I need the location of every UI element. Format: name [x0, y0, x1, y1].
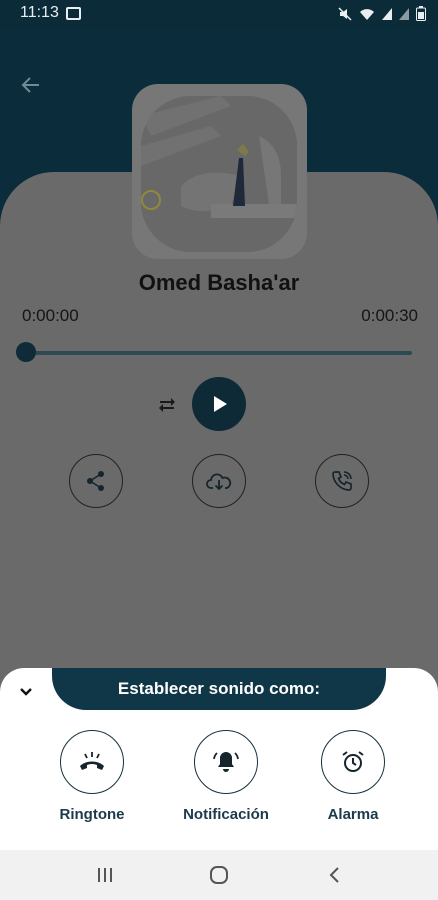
ringtone-button[interactable] — [60, 730, 124, 794]
signal-icon — [399, 7, 409, 25]
play-button[interactable] — [192, 377, 246, 431]
mute-icon — [338, 6, 352, 26]
play-icon — [214, 396, 227, 412]
signal-icon — [382, 7, 392, 25]
recents-icon — [98, 868, 112, 882]
back-button[interactable] — [16, 70, 46, 100]
bell-ring-icon — [213, 752, 239, 772]
chevron-down-icon — [20, 688, 32, 696]
battery-icon — [416, 6, 426, 26]
status-icons — [338, 6, 426, 26]
arrow-left-icon — [21, 77, 39, 93]
seek-bar[interactable] — [26, 351, 412, 355]
set-sound-sheet: Establecer sonido como: Ringtone Notific… — [0, 668, 438, 850]
cloud-download-icon — [206, 473, 232, 491]
alarm-button[interactable] — [321, 730, 385, 794]
track-artwork — [141, 96, 297, 252]
sheet-title: Establecer sonido como: — [52, 668, 386, 710]
repeat-button[interactable] — [155, 393, 179, 417]
system-nav-bar — [0, 850, 438, 900]
home-icon — [210, 866, 228, 884]
option-alarm[interactable]: Alarma — [308, 730, 398, 823]
time-total: 0:00:30 — [361, 306, 418, 325]
share-icon — [87, 471, 104, 491]
option-notification[interactable]: Notificación — [181, 730, 271, 823]
nav-back-button[interactable] — [320, 862, 348, 888]
option-ringtone[interactable]: Ringtone — [47, 730, 137, 823]
share-button[interactable] — [69, 454, 123, 508]
track-title: Omed Basha'ar — [138, 270, 300, 295]
set-ringtone-button[interactable] — [315, 454, 369, 508]
recents-button[interactable] — [91, 862, 119, 888]
home-button[interactable] — [205, 862, 233, 888]
option-alarm-label: Alarma — [327, 806, 379, 823]
status-time: 11:13 — [20, 4, 59, 21]
download-button[interactable] — [192, 454, 246, 508]
alarm-clock-icon — [342, 751, 364, 772]
back-icon — [329, 867, 339, 883]
phone-hangup-icon — [80, 752, 104, 770]
phone-ring-icon — [332, 471, 352, 491]
seek-thumb[interactable] — [16, 342, 36, 362]
status-bar: 11:13 — [0, 0, 438, 28]
option-ringtone-label: Ringtone — [59, 806, 125, 823]
repeat-icon — [159, 398, 175, 412]
gallery-icon — [66, 7, 81, 20]
option-notification-label: Notificación — [183, 806, 269, 823]
notification-button[interactable] — [194, 730, 258, 794]
wifi-icon — [359, 7, 375, 26]
collapse-sheet-button[interactable] — [14, 680, 38, 704]
time-current: 0:00:00 — [22, 306, 79, 325]
